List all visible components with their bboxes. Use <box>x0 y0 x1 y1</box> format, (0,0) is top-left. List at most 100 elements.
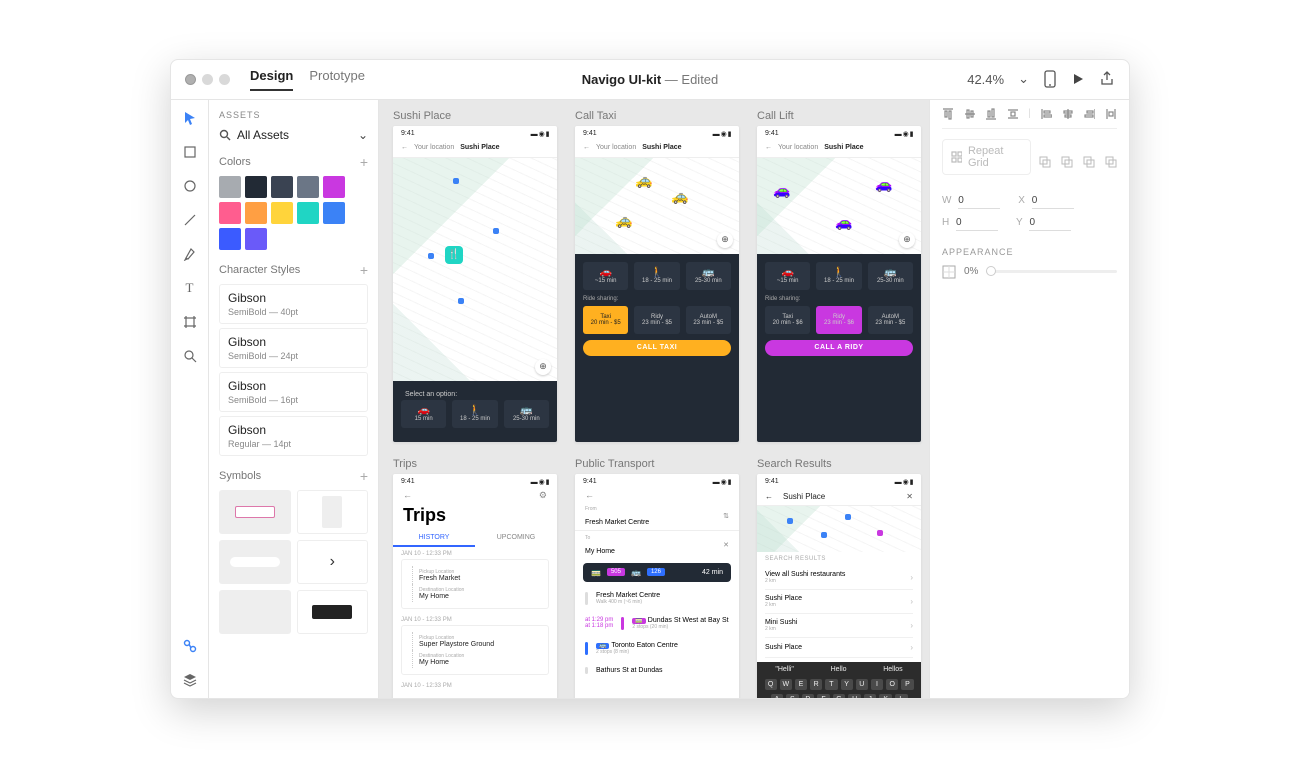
tab-design[interactable]: Design <box>250 68 293 91</box>
marker-restaurant-icon: 🍴 <box>445 246 463 264</box>
artboard-label[interactable]: Call Lift <box>757 110 921 122</box>
artboard-call-taxi[interactable]: 9:41▬ ◉ ▮ ←Your locationSushi Place 🚕 🚕 … <box>575 126 739 442</box>
symbol-thumb[interactable] <box>297 590 369 634</box>
boolean-ops[interactable] <box>1039 156 1117 168</box>
char-style-card[interactable]: GibsonSemiBold — 24pt <box>219 328 368 368</box>
artboard-tool-icon[interactable] <box>180 312 200 332</box>
color-swatch[interactable] <box>219 176 241 198</box>
ride-option: Ridy23 min - $5 <box>634 306 679 334</box>
ride-sharing-label: Ride sharing: <box>765 296 913 302</box>
add-color-icon[interactable]: + <box>360 154 368 170</box>
select-option-label: Select an option: <box>401 389 549 400</box>
top-bar: Design Prototype Navigo UI-kit — Edited … <box>171 60 1129 100</box>
trip-card: Pickup LocationFresh Market Destination … <box>401 559 549 609</box>
opacity-control[interactable]: 0% <box>942 265 1117 279</box>
artboard-label[interactable]: Trips <box>393 458 557 470</box>
color-swatch[interactable] <box>271 176 293 198</box>
search-icon <box>219 129 231 141</box>
search-result-item: View all Sushi restaurants2 km› <box>765 566 913 590</box>
artboard-label[interactable]: Search Results <box>757 458 921 470</box>
artboard-search-results[interactable]: 9:41▬ ◉ ▮ ←Sushi Place✕ SEARCH RESULTS V… <box>757 474 921 698</box>
y-input[interactable]: 0 <box>1029 217 1071 231</box>
option: 🚗~15 min <box>765 262 810 290</box>
assets-panel-icon[interactable] <box>180 636 200 656</box>
char-styles-heading: Character Styles <box>219 264 300 276</box>
symbol-thumb[interactable] <box>297 490 369 534</box>
color-swatch[interactable] <box>323 176 345 198</box>
color-swatches[interactable] <box>219 176 368 250</box>
repeat-grid-button[interactable]: Repeat Grid <box>942 139 1031 175</box>
search-result-item: Mini Sushi2 km› <box>765 614 913 638</box>
trip-date: JAN 10 - 12:33 PM <box>393 547 557 559</box>
align-left-icon <box>1041 108 1053 120</box>
ellipse-tool-icon[interactable] <box>180 176 200 196</box>
symbol-thumb[interactable] <box>219 590 291 634</box>
artboard-label[interactable]: Call Taxi <box>575 110 739 122</box>
app-window: Design Prototype Navigo UI-kit — Edited … <box>170 59 1130 699</box>
pen-tool-icon[interactable] <box>180 244 200 264</box>
x-input[interactable]: 0 <box>1032 195 1074 209</box>
add-style-icon[interactable]: + <box>360 262 368 278</box>
layers-panel-icon[interactable] <box>180 670 200 690</box>
symbols-heading: Symbols <box>219 470 261 482</box>
zoom-dropdown-icon[interactable]: ⌄ <box>1018 71 1029 87</box>
symbol-thumb[interactable] <box>219 490 291 534</box>
artboard-label[interactable]: Public Transport <box>575 458 739 470</box>
select-tool-icon[interactable] <box>180 108 200 128</box>
call-taxi-button: CALL TAXI <box>583 340 731 356</box>
locate-me-icon: ⊕ <box>535 359 551 375</box>
rectangle-tool-icon[interactable] <box>180 142 200 162</box>
artboard-trips[interactable]: 9:41▬ ◉ ▮ ←⚙ Trips HISTORYUPCOMING JAN 1… <box>393 474 557 698</box>
add-symbol-icon[interactable]: + <box>360 468 368 484</box>
option: 🚶18 - 25 min <box>816 262 861 290</box>
color-swatch[interactable] <box>323 202 345 224</box>
color-swatch[interactable] <box>219 228 241 250</box>
device-preview-icon[interactable] <box>1043 70 1057 88</box>
search-result-item: Sushi Place2 km› <box>765 590 913 614</box>
ride-option: AutoM23 min - $5 <box>686 306 731 334</box>
align-top-icon <box>942 108 954 120</box>
align-tools[interactable]: | <box>942 108 1117 129</box>
color-swatch[interactable] <box>297 202 319 224</box>
ride-option: Ridy23 min - $6 <box>816 306 861 334</box>
appearance-heading: APPEARANCE <box>942 247 1117 257</box>
artboard-label[interactable]: Sushi Place <box>393 110 557 122</box>
color-swatch[interactable] <box>245 228 267 250</box>
artboard-public-transport[interactable]: 9:41▬ ◉ ▮ ← FromFresh Market Centre⇅ ToM… <box>575 474 739 698</box>
color-swatch[interactable] <box>297 176 319 198</box>
width-input[interactable]: 0 <box>958 195 1000 209</box>
tab-history: HISTORY <box>393 530 475 547</box>
tab-prototype[interactable]: Prototype <box>309 68 365 91</box>
char-style-card[interactable]: GibsonSemiBold — 16pt <box>219 372 368 412</box>
assets-filter[interactable]: All Assets ⌄ <box>219 128 368 142</box>
text-tool-icon[interactable]: T <box>180 278 200 298</box>
char-style-card[interactable]: GibsonSemiBold — 40pt <box>219 284 368 324</box>
char-style-card[interactable]: GibsonRegular — 14pt <box>219 416 368 456</box>
symbol-thumb[interactable] <box>219 540 291 584</box>
color-swatch[interactable] <box>245 176 267 198</box>
play-preview-icon[interactable] <box>1071 72 1085 86</box>
line-tool-icon[interactable] <box>180 210 200 230</box>
ride-option: Taxi20 min - $5 <box>583 306 628 334</box>
option: 🚗~15 min <box>583 262 628 290</box>
search-results-heading: SEARCH RESULTS <box>765 556 913 562</box>
height-input[interactable]: 0 <box>956 217 998 231</box>
color-swatch[interactable] <box>245 202 267 224</box>
canvas[interactable]: Sushi Place 9:41▬ ◉ ▮ ←Your locationSush… <box>379 100 929 698</box>
artboard-sushi-place[interactable]: 9:41▬ ◉ ▮ ←Your locationSushi Place 🍴 ⊕ … <box>393 126 557 442</box>
share-icon[interactable] <box>1099 71 1115 87</box>
option: 🚌25-30 min <box>868 262 913 290</box>
zoom-level[interactable]: 42.4% <box>967 72 1004 87</box>
window-controls[interactable] <box>185 74 230 85</box>
properties-panel: | Repeat Grid W 0X 0 H 0Y 0 <box>929 100 1129 698</box>
taxi-marker-icon: 🚕 <box>615 212 632 229</box>
color-swatch[interactable] <box>219 202 241 224</box>
chevron-down-icon: ⌄ <box>358 128 368 142</box>
taxi-marker-icon: 🚕 <box>671 188 688 205</box>
car-marker-icon: 🚗 <box>835 214 852 231</box>
zoom-tool-icon[interactable] <box>180 346 200 366</box>
ride-sharing-label: Ride sharing: <box>583 296 731 302</box>
artboard-call-lift[interactable]: 9:41▬ ◉ ▮ ←Your locationSushi Place 🚗 🚗 … <box>757 126 921 442</box>
symbol-thumb[interactable]: › <box>297 540 369 584</box>
color-swatch[interactable] <box>271 202 293 224</box>
